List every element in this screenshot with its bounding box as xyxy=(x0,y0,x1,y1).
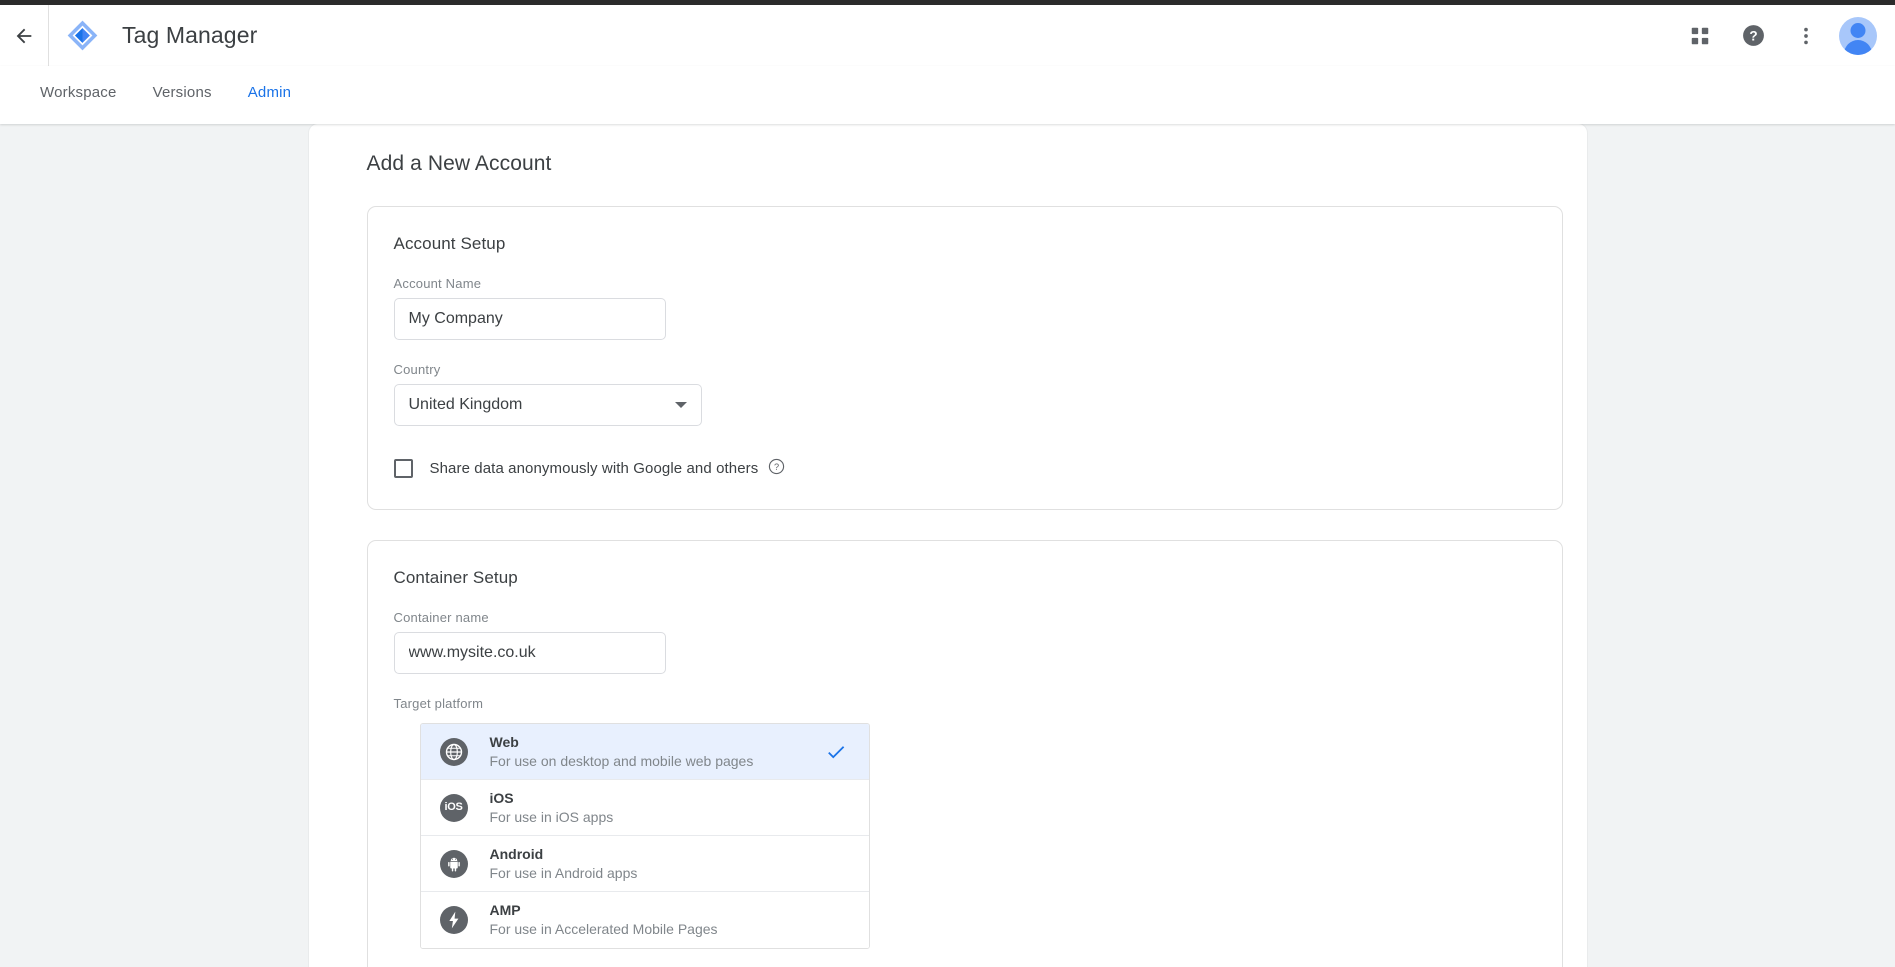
country-selected-value: United Kingdom xyxy=(408,396,523,413)
platform-option-android[interactable]: Android For use in Android apps xyxy=(420,836,869,892)
svg-text:?: ? xyxy=(1749,29,1757,44)
share-data-checkbox[interactable] xyxy=(393,459,413,478)
account-name-field-block: Account Name xyxy=(368,276,1562,340)
help-circle-icon: ? xyxy=(1741,23,1766,48)
platform-name: AMP xyxy=(489,902,521,919)
share-data-label: Share data anonymously with Google and o… xyxy=(429,460,759,477)
platform-text: iOS For use in iOS apps xyxy=(490,789,825,827)
form-heading: Add a New Account xyxy=(366,152,552,175)
platform-description: For use in Accelerated Mobile Pages xyxy=(489,921,718,938)
more-options-button[interactable] xyxy=(1782,12,1830,60)
app-header: Tag Manager ? xyxy=(0,5,1895,66)
account-setup-title: Account Setup xyxy=(393,234,506,253)
platform-text: AMP For use in Accelerated Mobile Pages xyxy=(490,901,825,939)
tab-workspace[interactable]: Workspace xyxy=(22,84,135,117)
target-platform-field-block: Target platform Web For use on desktop a… xyxy=(368,696,1562,949)
share-data-help-button[interactable]: ? xyxy=(768,458,785,480)
tab-admin[interactable]: Admin xyxy=(230,84,310,117)
account-name-input[interactable] xyxy=(393,298,666,340)
checkmark-icon xyxy=(825,741,847,763)
platform-text: Web For use on desktop and mobile web pa… xyxy=(490,733,825,771)
platform-option-amp[interactable]: AMP For use in Accelerated Mobile Pages xyxy=(420,892,869,948)
country-field-block: Country United Kingdom xyxy=(368,362,1562,426)
target-platform-list: Web For use on desktop and mobile web pa… xyxy=(419,723,870,949)
container-name-input[interactable] xyxy=(393,632,666,674)
platform-description: For use in Android apps xyxy=(489,864,638,881)
page-body: Add a New Account Account Setup Account … xyxy=(0,124,1895,967)
platform-text: Android For use in Android apps xyxy=(490,845,825,883)
platform-check-slot xyxy=(825,853,847,875)
container-name-label: Container name xyxy=(393,610,489,625)
target-platform-label: Target platform xyxy=(393,696,484,711)
account-setup-panel: Account Setup Account Name Country Unite… xyxy=(366,206,1563,510)
content-card: Add a New Account Account Setup Account … xyxy=(308,124,1587,967)
platform-option-ios[interactable]: iOS iOS For use in iOS apps xyxy=(420,780,869,836)
header-actions: ? xyxy=(1676,12,1895,60)
globe-icon xyxy=(439,737,468,766)
platform-name: Web xyxy=(489,733,519,750)
apps-grid-button[interactable] xyxy=(1676,12,1724,60)
android-icon xyxy=(439,849,468,878)
amp-bolt-icon xyxy=(439,906,468,934)
platform-description: For use on desktop and mobile web pages xyxy=(489,752,754,769)
container-name-field-block: Container name xyxy=(368,610,1562,674)
svg-text:?: ? xyxy=(774,462,779,472)
tag-manager-logo xyxy=(66,19,99,52)
chevron-down-icon xyxy=(674,402,687,408)
ios-icon: iOS xyxy=(439,793,468,822)
share-data-row: Share data anonymously with Google and o… xyxy=(368,458,1562,480)
platform-name: Android xyxy=(489,845,544,862)
platform-option-web[interactable]: Web For use on desktop and mobile web pa… xyxy=(420,724,869,780)
country-select[interactable]: United Kingdom xyxy=(393,384,702,426)
apps-grid-icon xyxy=(1689,25,1711,47)
tab-versions[interactable]: Versions xyxy=(135,84,230,117)
account-name-label: Account Name xyxy=(393,276,482,291)
help-circle-outline-icon: ? xyxy=(768,458,785,480)
more-vertical-icon xyxy=(1795,25,1817,47)
brand: Tag Manager xyxy=(49,19,1676,52)
container-setup-panel: Container Setup Container name Target pl… xyxy=(366,540,1563,967)
avatar-head xyxy=(1850,22,1866,38)
avatar-body xyxy=(1844,39,1872,55)
back-button[interactable] xyxy=(0,5,48,66)
container-setup-title: Container Setup xyxy=(393,568,518,587)
avatar[interactable] xyxy=(1839,16,1877,55)
help-button[interactable]: ? xyxy=(1729,12,1777,60)
arrow-left-icon xyxy=(13,25,35,47)
page-title: Tag Manager xyxy=(122,22,258,48)
nav-tab-bar: Workspace Versions Admin xyxy=(0,66,1895,124)
platform-check-slot xyxy=(825,909,847,931)
platform-check-slot xyxy=(825,797,847,819)
platform-name: iOS xyxy=(489,789,514,806)
country-label: Country xyxy=(393,362,441,377)
platform-description: For use in iOS apps xyxy=(489,808,614,825)
